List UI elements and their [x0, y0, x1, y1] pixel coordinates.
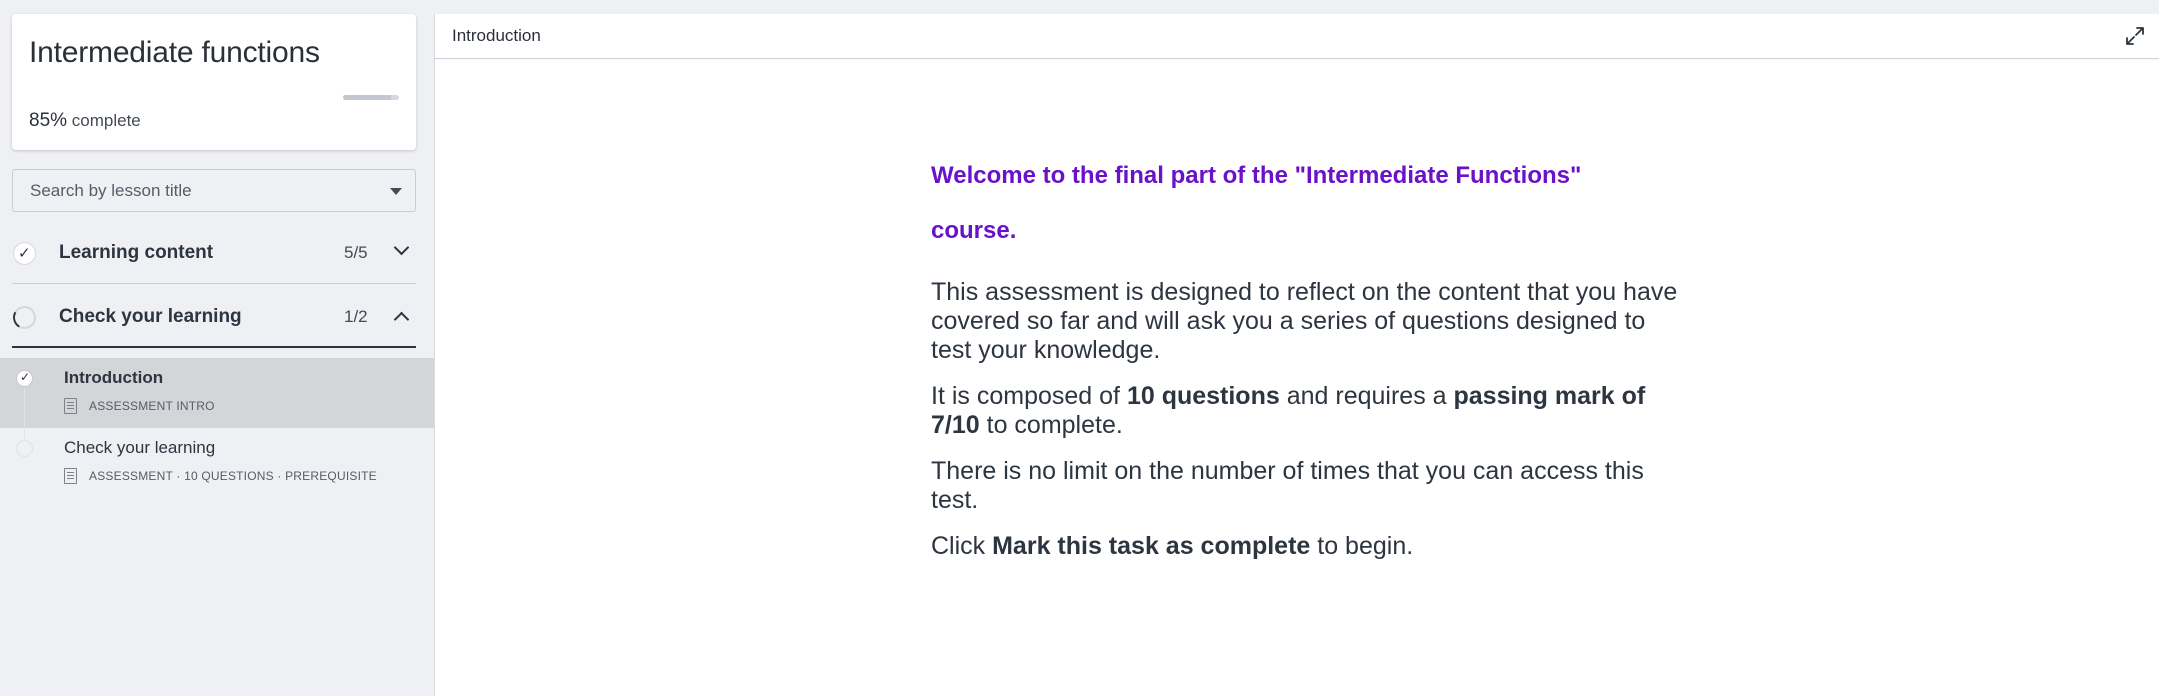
lesson-connector-line — [24, 428, 25, 440]
lesson-item-check-your-learning[interactable]: Check your learning ASSESSMENT · 10 QUES… — [0, 428, 434, 498]
text: and requires a — [1279, 382, 1454, 410]
sidebar: Intermediate functions 85% complete Sear… — [0, 0, 434, 696]
lesson-meta-text: ASSESSMENT · 10 QUESTIONS · PREREQUISITE — [89, 469, 377, 483]
lesson-connector-line — [24, 388, 25, 428]
chevron-down-icon — [393, 239, 410, 256]
composition-paragraph: It is composed of 10 questions and requi… — [931, 382, 1691, 440]
document-icon — [64, 398, 77, 414]
text: to complete. — [979, 411, 1123, 439]
checkmark-icon: ✓ — [20, 370, 31, 384]
mark-complete-reference: Mark this task as complete — [992, 532, 1311, 560]
lesson-meta: ASSESSMENT INTRO — [64, 398, 215, 414]
chevron-up-icon — [393, 311, 410, 328]
quiz-icon — [64, 468, 77, 484]
progress-bar-fill — [343, 95, 391, 100]
attempts-paragraph: There is no limit on the number of times… — [931, 457, 1644, 514]
section-title: Check your learning — [59, 306, 242, 327]
section-progress-icon — [10, 303, 39, 332]
expand-icon[interactable] — [2124, 25, 2146, 47]
lesson-search-select[interactable]: Search by lesson title — [12, 169, 416, 212]
progress-bar — [343, 95, 399, 100]
question-count: 10 questions — [1126, 382, 1280, 410]
progress-text: 85% complete — [29, 110, 141, 132]
text: to begin. — [1310, 532, 1414, 560]
section-check-your-learning[interactable]: Check your learning 1/2 — [10, 286, 416, 348]
text: Click — [931, 532, 993, 560]
intro-paragraph: This assessment is designed to reflect o… — [931, 278, 1678, 364]
lesson-search-placeholder: Search by lesson title — [30, 180, 192, 200]
section-count: 5/5 — [344, 243, 368, 262]
course-title: Intermediate functions — [29, 36, 320, 69]
course-progress-card: Intermediate functions 85% complete — [12, 14, 416, 150]
lesson-item-introduction[interactable]: ✓ Introduction ASSESSMENT INTRO — [0, 358, 434, 428]
content-header-title: Introduction — [452, 26, 541, 45]
lesson-body: Welcome to the final part of the "Interm… — [931, 148, 1691, 561]
lesson-meta: ASSESSMENT · 10 QUESTIONS · PREREQUISITE — [64, 468, 377, 484]
begin-paragraph: Click Mark this task as complete to begi… — [931, 532, 1691, 561]
section-count: 1/2 — [344, 307, 368, 326]
section-title: Learning content — [59, 242, 214, 263]
text: It is composed of — [931, 382, 1127, 410]
lesson-meta-text: ASSESSMENT INTRO — [89, 399, 215, 413]
welcome-heading: Welcome to the final part of the "Interm… — [931, 162, 1582, 244]
content-header: Introduction — [435, 14, 2159, 59]
section-complete-icon: ✓ — [13, 242, 36, 265]
lesson-title: Introduction — [64, 368, 164, 387]
lesson-title: Check your learning — [64, 438, 216, 457]
progress-percent: 85% — [29, 110, 68, 131]
lesson-incomplete-icon — [16, 440, 33, 457]
progress-suffix: complete — [71, 111, 141, 130]
caret-down-icon — [390, 188, 402, 195]
lesson-complete-icon: ✓ — [16, 370, 33, 387]
lesson-content-panel: Introduction Welcome to the final part o… — [434, 14, 2159, 696]
checkmark-icon: ✓ — [18, 245, 31, 262]
section-learning-content[interactable]: ✓ Learning content 5/5 — [12, 222, 416, 284]
